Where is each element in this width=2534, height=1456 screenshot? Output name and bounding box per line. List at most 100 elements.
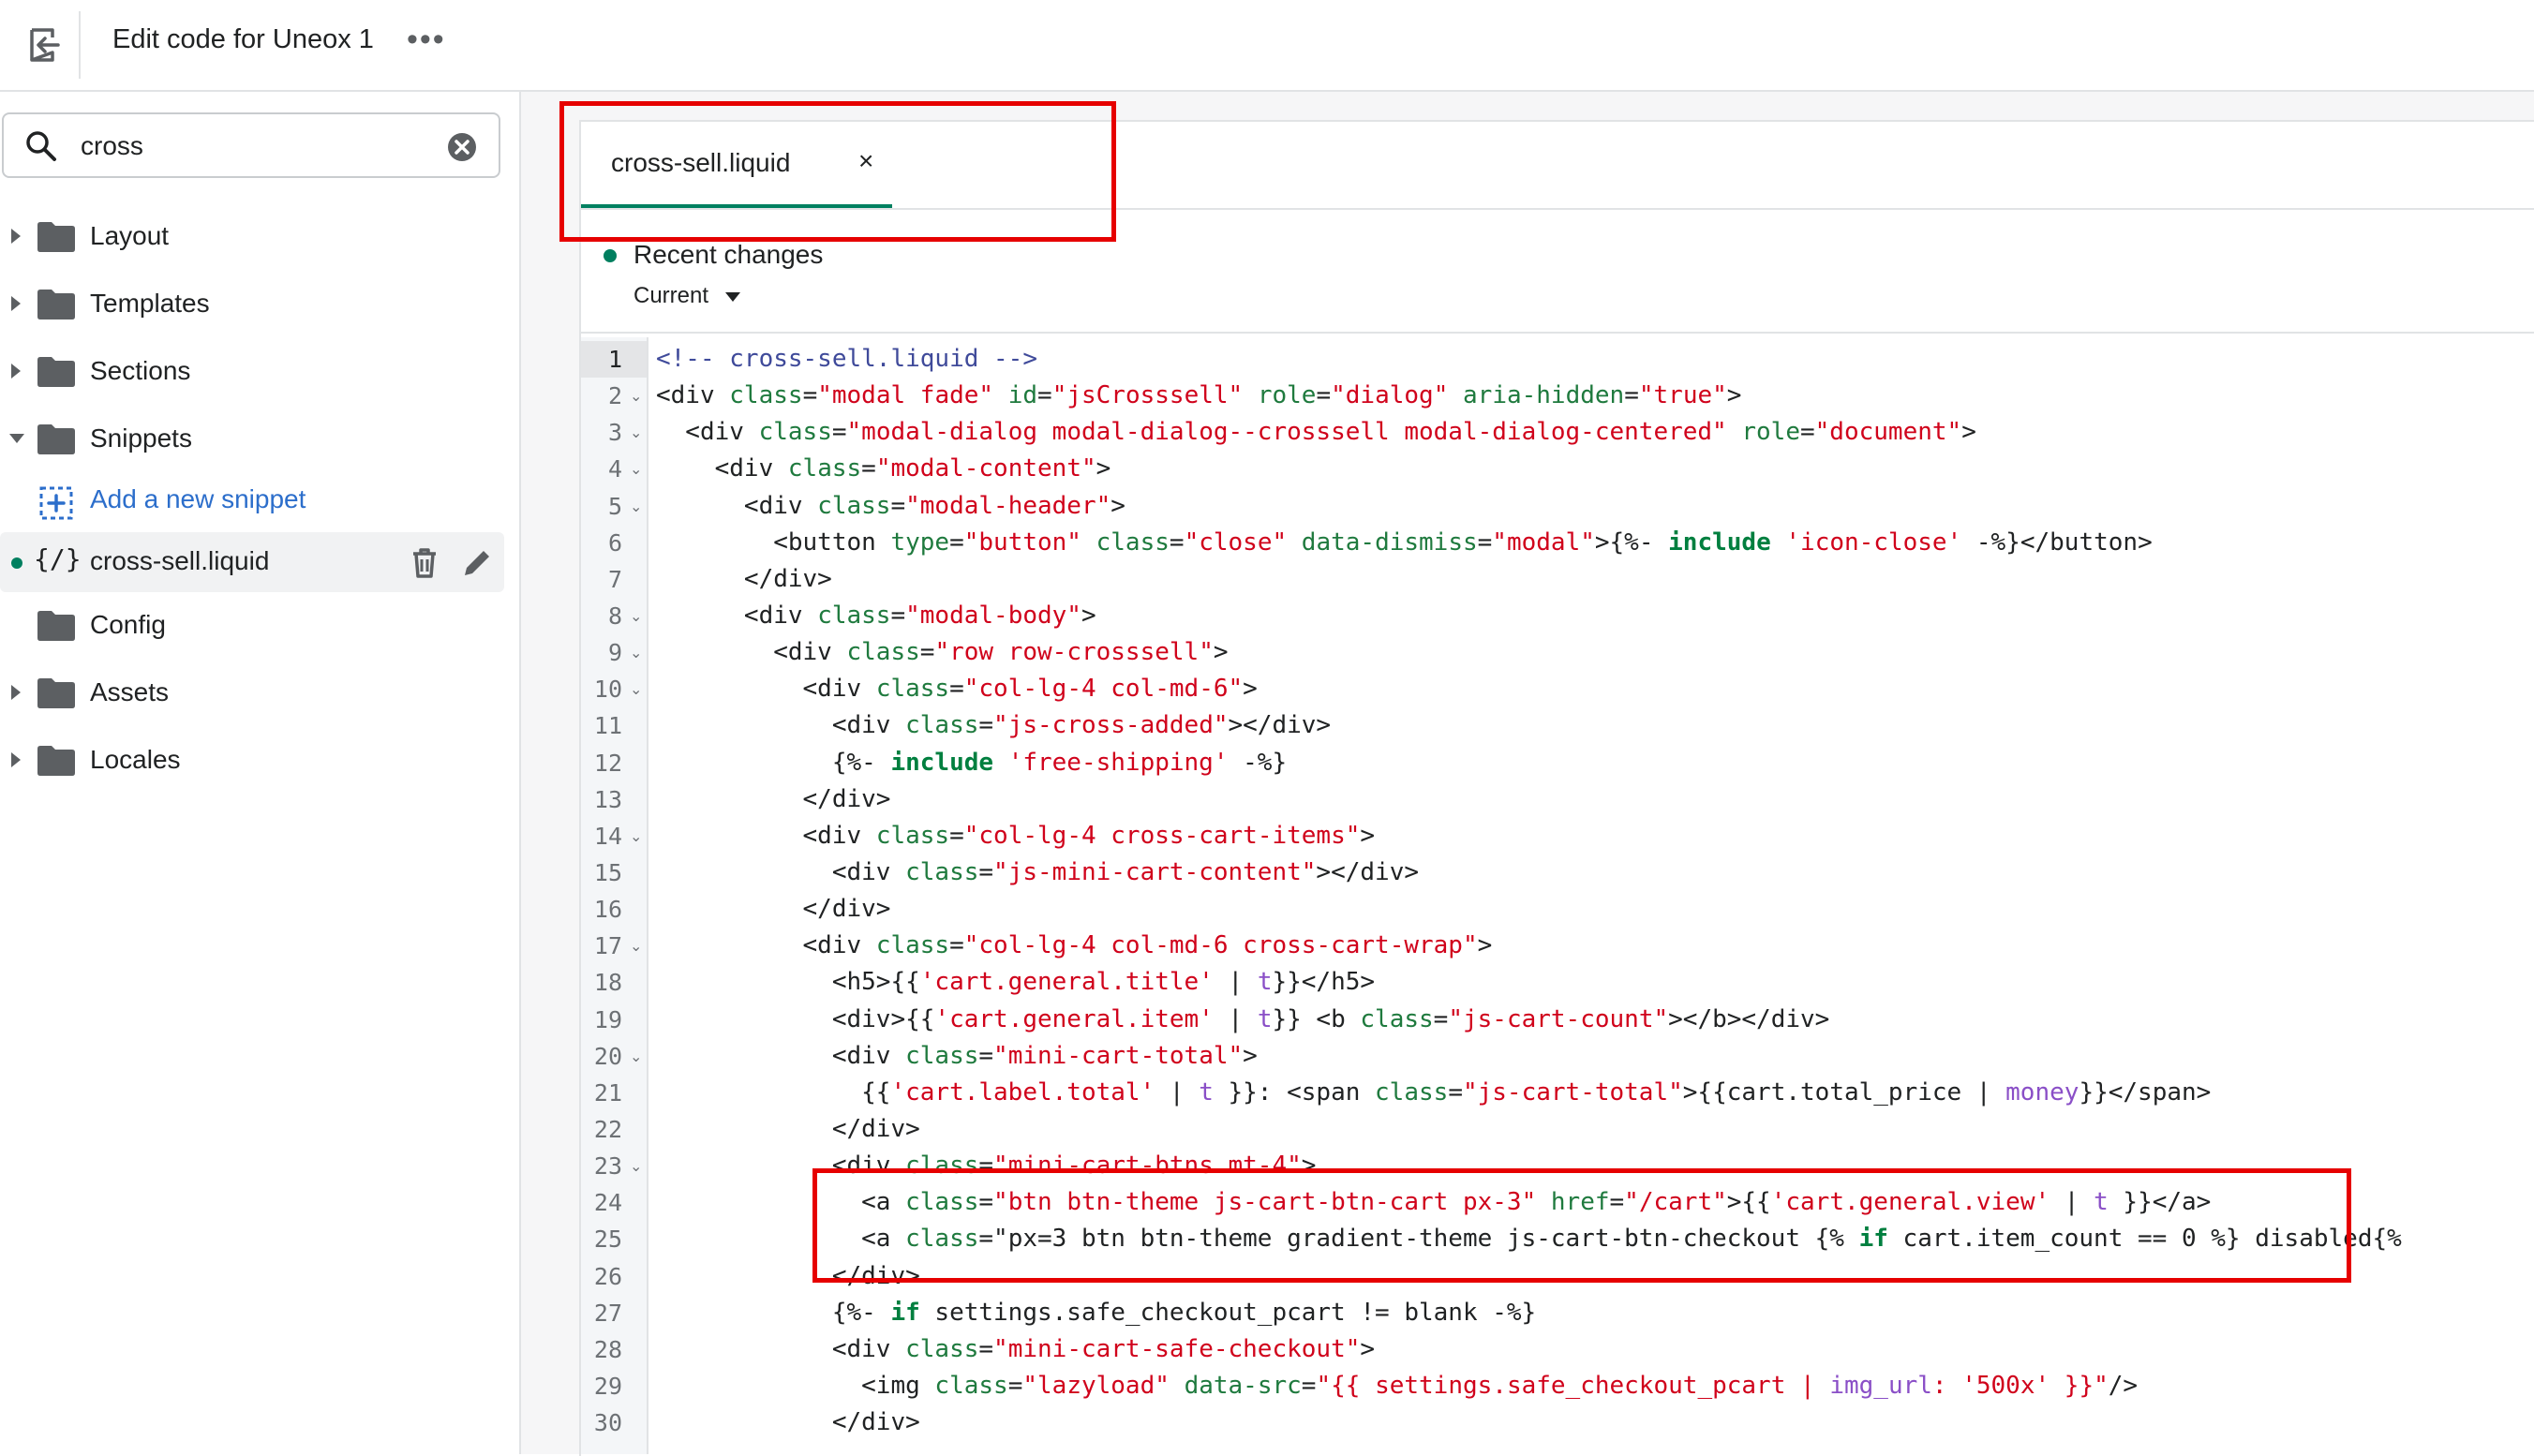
- line-number: 25: [593, 1226, 622, 1254]
- chevron-right-icon: [11, 229, 21, 244]
- trash-icon[interactable]: [409, 547, 440, 579]
- code-text: </div>: [656, 1261, 920, 1290]
- tab-cross-sell[interactable]: cross-sell.liquid ×: [581, 122, 892, 208]
- code-line[interactable]: 6 <button type="button" class="close" da…: [581, 525, 2534, 561]
- code-line[interactable]: 19 <div>{{'cart.general.item' | t}} <b c…: [581, 1002, 2534, 1038]
- folder-label: Assets: [90, 677, 170, 706]
- code-line[interactable]: 20 ⌄ <div class="mini-cart-total">: [581, 1038, 2534, 1075]
- code-line[interactable]: 2 ⌄ <div class="modal fade" id="jsCrosssel…: [581, 378, 2534, 414]
- code-line[interactable]: 12 {%- include 'free-shipping' -%}: [581, 745, 2534, 781]
- search-box: [2, 112, 500, 178]
- fold-chevron-icon[interactable]: ⌄: [630, 671, 642, 710]
- folder-locales[interactable]: Locales: [0, 731, 506, 789]
- code-line[interactable]: 16 </div>: [581, 891, 2534, 928]
- code-line[interactable]: 11 <div class="js-cross-added"></div>: [581, 707, 2534, 744]
- file-sidebar: Layout Templates Sections Snippets Add a…: [0, 92, 521, 1454]
- code-line[interactable]: 3 ⌄ <div class="modal-dialog modal-dialog…: [581, 414, 2534, 451]
- caret-down-icon: [725, 291, 741, 302]
- search-icon: [26, 131, 56, 161]
- exit-button[interactable]: [11, 11, 81, 79]
- line-number: 16: [593, 896, 622, 924]
- folder-icon: [37, 678, 75, 708]
- folder-label: Config: [90, 610, 166, 639]
- fold-chevron-icon[interactable]: ⌄: [630, 1038, 642, 1077]
- fold-chevron-icon[interactable]: ⌄: [630, 378, 642, 417]
- code-line[interactable]: 29 <img class="lazyload" data-src="{{ se…: [581, 1368, 2534, 1404]
- fold-chevron-icon[interactable]: ⌄: [630, 451, 642, 490]
- more-actions-icon[interactable]: •••: [407, 21, 446, 58]
- fold-chevron-icon[interactable]: ⌄: [630, 488, 642, 527]
- code-line[interactable]: 5 ⌄ <div class="modal-header">: [581, 488, 2534, 525]
- code-line[interactable]: 14 ⌄ <div class="col-lg-4 cross-cart-item…: [581, 818, 2534, 854]
- code-line[interactable]: 27 {%- if settings.safe_checkout_pcart !…: [581, 1295, 2534, 1331]
- line-number: 24: [593, 1189, 622, 1217]
- code-line[interactable]: 4 ⌄ <div class="modal-content">: [581, 451, 2534, 487]
- fold-chevron-icon[interactable]: ⌄: [630, 928, 642, 967]
- fold-chevron-icon[interactable]: ⌄: [630, 818, 642, 857]
- code-text: <div class="modal-dialog modal-dialog--c…: [656, 418, 1976, 447]
- code-divider: [581, 332, 2534, 334]
- code-line[interactable]: 15 <div class="js-mini-cart-content"></d…: [581, 854, 2534, 891]
- line-number: 6: [607, 528, 622, 557]
- folder-icon: [37, 222, 75, 252]
- tab-divider: [579, 208, 2534, 210]
- line-number: 21: [593, 1078, 622, 1107]
- fold-chevron-icon[interactable]: ⌄: [630, 1148, 642, 1187]
- folder-templates[interactable]: Templates: [0, 275, 506, 333]
- code-line[interactable]: 7 </div>: [581, 561, 2534, 598]
- code-text: <h5>{{'cart.general.title' | t}}</h5>: [656, 968, 1376, 997]
- line-number: 28: [593, 1335, 622, 1363]
- code-line[interactable]: 8 ⌄ <div class="modal-body">: [581, 598, 2534, 634]
- code-line[interactable]: 30 </div>: [581, 1404, 2534, 1441]
- code-text: <img class="lazyload" data-src="{{ setti…: [656, 1371, 2139, 1400]
- line-number: 30: [593, 1409, 622, 1437]
- clear-search-icon[interactable]: [446, 131, 478, 163]
- add-snippet-link[interactable]: Add a new snippet: [0, 473, 506, 531]
- code-text: <div class="mini-cart-total">: [656, 1041, 1258, 1070]
- line-number: 7: [607, 565, 622, 593]
- pencil-icon[interactable]: [461, 547, 493, 579]
- code-line[interactable]: 10 ⌄ <div class="col-lg-4 col-md-6">: [581, 671, 2534, 707]
- folder-layout[interactable]: Layout: [0, 207, 506, 265]
- code-line[interactable]: 25 <a class="px=3 btn btn-theme gradient…: [581, 1221, 2534, 1257]
- line-number: 10: [593, 676, 622, 704]
- code-line[interactable]: 21 {{'cart.label.total' | t }}: <span cl…: [581, 1075, 2534, 1111]
- code-text: <div class="col-lg-4 cross-cart-items">: [656, 821, 1376, 850]
- folder-config[interactable]: Config: [0, 596, 506, 654]
- line-number: 9: [607, 639, 622, 667]
- search-input[interactable]: [79, 126, 420, 167]
- code-text: <div class="col-lg-4 col-md-6">: [656, 675, 1258, 704]
- code-line[interactable]: 1 <!-- cross-sell.liquid -->: [581, 341, 2534, 378]
- line-number: 17: [593, 932, 622, 960]
- folder-icon: [37, 357, 75, 387]
- code-line[interactable]: 18 <h5>{{'cart.general.title' | t}}</h5>: [581, 964, 2534, 1001]
- code-line[interactable]: 22 </div>: [581, 1111, 2534, 1148]
- fold-chevron-icon[interactable]: ⌄: [630, 634, 642, 674]
- folder-sections[interactable]: Sections: [0, 342, 506, 400]
- code-line[interactable]: 9 ⌄ <div class="row row-crosssell">: [581, 634, 2534, 671]
- code-line[interactable]: 24 <a class="btn btn-theme js-cart-btn-c…: [581, 1184, 2534, 1221]
- folder-assets[interactable]: Assets: [0, 663, 506, 721]
- folder-label: Layout: [90, 221, 170, 250]
- chevron-down-icon: [9, 434, 24, 443]
- code-line[interactable]: 23 ⌄ <div class="mini-cart-btns mt-4">: [581, 1148, 2534, 1184]
- code-line[interactable]: 28 <div class="mini-cart-safe-checkout">: [581, 1331, 2534, 1368]
- close-tab-icon[interactable]: ×: [858, 146, 873, 176]
- exit-icon: [30, 28, 60, 62]
- code-text: <div>{{'cart.general.item' | t}} <b clas…: [656, 1004, 1830, 1033]
- line-number: 23: [593, 1152, 622, 1181]
- code-line[interactable]: 17 ⌄ <div class="col-lg-4 col-md-6 cross-…: [581, 928, 2534, 964]
- code-line[interactable]: 26 </div>: [581, 1258, 2534, 1295]
- code-text: {%- if settings.safe_checkout_pcart != b…: [656, 1298, 1537, 1327]
- version-select[interactable]: Current: [634, 283, 741, 309]
- chevron-right-icon: [11, 752, 21, 767]
- code-text: </div>: [656, 564, 832, 593]
- file-cross-sell[interactable]: {/} cross-sell.liquid: [0, 532, 504, 592]
- code-line[interactable]: 13 </div>: [581, 781, 2534, 818]
- fold-chevron-icon[interactable]: ⌄: [630, 414, 642, 453]
- code-editor[interactable]: 1 <!-- cross-sell.liquid --> 2 ⌄ <div class=…: [581, 341, 2534, 1441]
- folder-snippets[interactable]: Snippets: [0, 409, 506, 468]
- code-text: </div>: [656, 1114, 920, 1143]
- line-number: 5: [607, 492, 622, 520]
- fold-chevron-icon[interactable]: ⌄: [630, 598, 642, 637]
